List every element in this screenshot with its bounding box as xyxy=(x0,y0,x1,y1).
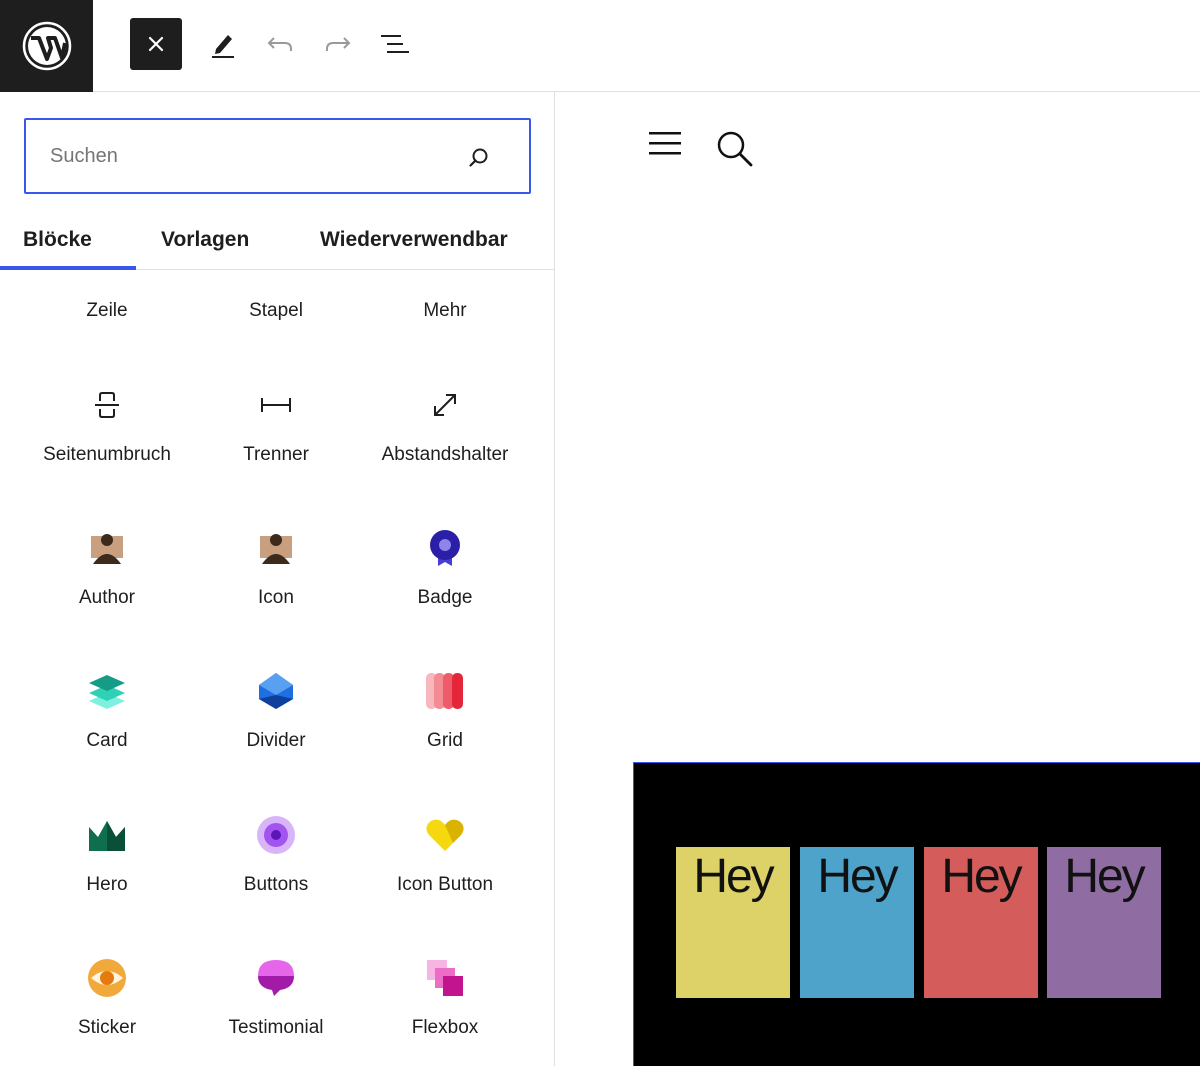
block-item-abstandshalter[interactable]: Abstandshalter xyxy=(360,385,530,528)
block-item-icon-button[interactable]: Icon Button xyxy=(360,815,530,958)
block-label: Icon xyxy=(258,587,294,608)
person-icon xyxy=(256,528,296,568)
tools-edit-button[interactable] xyxy=(197,18,249,70)
card-layers-icon xyxy=(87,671,127,711)
block-item-flexbox[interactable]: Flexbox xyxy=(360,958,530,1066)
block-item-card[interactable]: Card xyxy=(22,671,192,814)
block-item-badge[interactable]: Badge xyxy=(360,528,530,671)
hero-crown-icon xyxy=(87,815,127,855)
block-item-stapel[interactable]: Stapel xyxy=(191,271,361,377)
page-break-icon xyxy=(87,385,127,425)
active-tab-indicator xyxy=(0,266,136,270)
block-item-seitenumbruch[interactable]: Seitenumbruch xyxy=(22,385,192,528)
block-label: Card xyxy=(86,730,128,751)
hey-card-2[interactable]: Hey xyxy=(800,847,914,998)
hey-card-4[interactable]: Hey xyxy=(1047,847,1161,998)
block-label: Mehr xyxy=(423,300,467,321)
block-label: Hero xyxy=(86,874,128,895)
block-label: Grid xyxy=(427,730,463,751)
grid-bars-icon xyxy=(425,671,465,711)
divider-gem-icon xyxy=(256,671,296,711)
hamburger-menu-icon[interactable] xyxy=(648,130,682,158)
block-item-sticker[interactable]: Sticker xyxy=(22,958,192,1066)
list-view-icon xyxy=(381,35,409,53)
block-item-testimonial[interactable]: Testimonial xyxy=(191,958,361,1066)
flexbox-squares-icon xyxy=(425,958,465,998)
badge-icon xyxy=(425,528,465,568)
more-icon xyxy=(425,271,465,274)
tab-wiederverwendbar[interactable]: Wiederverwendbar xyxy=(320,210,508,270)
hey-card-1[interactable]: Hey xyxy=(676,847,790,998)
block-label: Icon Button xyxy=(396,874,494,895)
block-item-grid[interactable]: Grid xyxy=(360,671,530,814)
block-item-author[interactable]: Author xyxy=(22,528,192,671)
block-label: Trenner xyxy=(243,444,309,465)
stack-icon xyxy=(256,271,296,274)
block-label: Flexbox xyxy=(411,1017,479,1038)
buttons-circle-icon xyxy=(256,815,296,855)
search-icon[interactable] xyxy=(716,130,754,168)
block-label: Seitenumbruch xyxy=(43,444,171,465)
tab-bloecke[interactable]: Blöcke xyxy=(0,210,136,270)
redo-button[interactable] xyxy=(312,18,364,70)
author-icon xyxy=(87,528,127,568)
hey-card-3[interactable]: Hey xyxy=(924,847,1038,998)
eye-icon xyxy=(87,958,127,998)
undo-button[interactable] xyxy=(254,18,306,70)
block-item-mehr[interactable]: Mehr xyxy=(360,271,530,377)
block-item-zeile[interactable]: Zeile xyxy=(22,271,192,377)
block-item-trenner[interactable]: Trenner xyxy=(191,385,361,528)
block-label: Divider xyxy=(246,730,306,751)
inserter-tabs: Blöcke Vorlagen Wiederverwendbar xyxy=(0,210,554,270)
block-label: Stapel xyxy=(249,300,303,321)
block-label: Sticker xyxy=(77,1017,137,1038)
row-icon xyxy=(87,271,127,274)
separator-icon xyxy=(256,385,296,425)
close-icon xyxy=(148,36,164,52)
heart-icon xyxy=(425,815,465,855)
close-inserter-button[interactable] xyxy=(130,18,182,70)
undo-icon xyxy=(267,37,292,51)
block-label: Buttons xyxy=(243,874,309,895)
block-label: Zeile xyxy=(86,300,128,321)
spacer-icon xyxy=(425,385,465,425)
editor-toolbar xyxy=(0,0,1200,92)
block-item-divider[interactable]: Divider xyxy=(191,671,361,814)
block-item-icon[interactable]: Icon xyxy=(191,528,361,671)
search-icon[interactable] xyxy=(467,146,491,170)
editor-canvas: Hey Hey Hey Hey xyxy=(556,92,1200,1066)
search-input[interactable] xyxy=(50,144,470,168)
list-view-button[interactable] xyxy=(369,18,421,70)
block-label: Badge xyxy=(417,587,473,608)
tab-vorlagen[interactable]: Vorlagen xyxy=(161,210,249,270)
block-label: Abstandshalter xyxy=(381,444,509,465)
block-item-hero[interactable]: Hero xyxy=(22,815,192,958)
wordpress-logo-icon[interactable] xyxy=(0,0,93,92)
block-label: Author xyxy=(79,587,135,608)
speech-bubble-icon xyxy=(256,958,296,998)
block-item-buttons[interactable]: Buttons xyxy=(191,815,361,958)
block-grid: Zeile Stapel Mehr Seitenumbruch Trenner … xyxy=(0,271,554,1066)
block-label: Testimonial xyxy=(228,1017,324,1038)
pencil-icon xyxy=(212,35,234,58)
block-inserter-panel: Blöcke Vorlagen Wiederverwendbar Zeile S… xyxy=(0,92,555,1066)
redo-icon xyxy=(326,37,351,51)
inserter-search-box[interactable] xyxy=(24,118,531,194)
cover-block[interactable]: Hey Hey Hey Hey xyxy=(633,762,1200,1066)
